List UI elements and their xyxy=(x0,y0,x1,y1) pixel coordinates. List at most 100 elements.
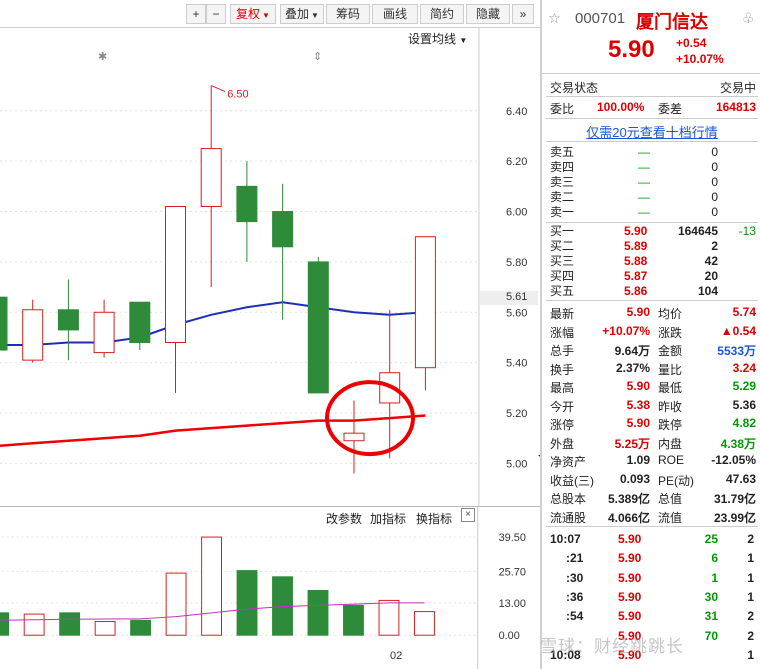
diejia-dropdown[interactable]: 叠加 ▼ xyxy=(280,4,324,24)
order-price: 5.90 xyxy=(624,224,648,238)
candle-body xyxy=(307,261,329,394)
y-tick-label: 5.00 xyxy=(506,458,527,470)
price-change: +0.54 xyxy=(676,36,707,50)
candle-body xyxy=(22,309,44,361)
stat-value: 5.74 xyxy=(732,305,756,319)
stat-row: 总手 9.64万 金额 5533万 xyxy=(542,340,760,359)
order-level-label: 卖四 xyxy=(550,160,575,174)
stat-label: 总值 xyxy=(658,492,683,506)
zoom-in-button[interactable]: + xyxy=(186,4,206,24)
sell-order-row: 卖四 — 0 xyxy=(542,160,760,175)
divider xyxy=(546,118,758,119)
buy-order-row: 买二 5.89 2 xyxy=(542,239,760,254)
order-price: 5.86 xyxy=(624,284,648,298)
alert-icon[interactable]: ♧ xyxy=(742,10,755,27)
candlestick-chart[interactable]: 6.40 6.20 6.00 5.80 5.60 5.40 5.20 5.00 6.50 xyxy=(0,28,540,506)
stat-value: 5.38 xyxy=(626,397,650,412)
trade-status-value: 交易中 xyxy=(719,81,756,95)
stat-value: 5.389亿 xyxy=(607,492,650,506)
vol-tick-label: 13.00 xyxy=(499,598,526,610)
high-pointer xyxy=(211,85,226,93)
date-label: 02 xyxy=(390,650,403,662)
stat-label: 收益(三) xyxy=(550,473,594,488)
candle-body xyxy=(200,148,222,207)
sell-order-row: 卖二 — 0 xyxy=(542,190,760,205)
stat-value: 47.63 xyxy=(725,471,756,486)
volume-bar xyxy=(236,570,258,636)
tick-volume: 6 xyxy=(711,551,718,566)
tick-volume: 70 xyxy=(704,628,718,643)
stock-code: 000701 xyxy=(575,10,626,27)
candle-body xyxy=(93,311,115,354)
divider xyxy=(546,141,758,142)
favorite-star-icon[interactable]: ☆ xyxy=(548,10,561,27)
stat-label: 涨幅 xyxy=(550,325,575,340)
order-volume: 0 xyxy=(711,175,718,189)
tick-count: 1 xyxy=(747,570,754,585)
tick-row: 10:07 5.90 25 2 xyxy=(542,530,760,549)
stat-row: 今开 5.38 昨收 5.36 xyxy=(542,396,760,415)
divider xyxy=(546,300,758,301)
trade-status-row: 交易状态 交易中 xyxy=(542,77,760,96)
stat-label: 最新 xyxy=(550,307,575,321)
candle-body xyxy=(272,211,294,248)
tick-price: 5.90 xyxy=(618,532,642,546)
y-tick-label: 5.20 xyxy=(506,408,527,420)
tick-time: :21 xyxy=(566,551,584,566)
weibi-value: 100.00% xyxy=(597,100,645,114)
zoom-out-button[interactable]: − xyxy=(206,4,226,24)
expand-icon[interactable]: » xyxy=(512,4,534,24)
stat-label: PE(动) xyxy=(658,473,695,488)
candle xyxy=(272,183,294,320)
huaxian-button[interactable]: 画线 xyxy=(372,4,418,24)
vol-tick-label: 25.70 xyxy=(499,566,526,578)
stat-label: 涨跌 xyxy=(658,325,683,340)
buy-order-row: 买四 5.87 20 xyxy=(542,269,760,284)
candle xyxy=(57,279,79,361)
order-price: 5.89 xyxy=(624,239,648,253)
yincang-button[interactable]: 隐藏 xyxy=(466,4,510,24)
volume-bar xyxy=(414,611,435,636)
stat-label: 内盘 xyxy=(658,436,683,451)
chouma-button[interactable]: 筹码 xyxy=(326,4,370,24)
y-axis-ticks: 6.40 6.20 6.00 5.80 5.60 5.40 5.20 5.00 xyxy=(506,106,527,471)
fuquan-dropdown[interactable]: 复权 ▼ xyxy=(230,4,276,24)
stat-label: 最低 xyxy=(658,381,683,395)
tick-row: :54 5.90 31 2 xyxy=(542,607,760,626)
trade-status-label: 交易状态 xyxy=(550,81,599,95)
volume-bar xyxy=(307,589,329,636)
order-volume: 104 xyxy=(697,284,718,298)
candle-body xyxy=(343,432,365,442)
divider xyxy=(546,222,758,223)
last-price: 5.90 xyxy=(608,36,655,63)
sell-order-row: 卖五 — 0 xyxy=(542,145,760,160)
candle-body xyxy=(165,205,186,344)
volume-chart[interactable]: 39.50 25.70 13.00 0.00 xyxy=(0,506,540,669)
stat-value: 4.066亿 xyxy=(607,510,650,525)
buy-order-row: 买一 5.90 164645 -13 xyxy=(542,224,760,239)
candle xyxy=(165,205,186,393)
tick-volume: 25 xyxy=(704,532,718,546)
chevron-down-icon: ▼ xyxy=(311,11,319,20)
diejia-label: 叠加 xyxy=(285,7,310,21)
weibi-label: 委比 xyxy=(550,102,575,116)
y-tick-label: 6.20 xyxy=(506,156,527,168)
stat-value: 2.37% xyxy=(615,360,650,375)
price-change-pct: +10.07% xyxy=(676,52,724,66)
volume-bar xyxy=(94,621,116,636)
stat-value: +10.07% xyxy=(602,323,650,338)
candle xyxy=(414,236,436,391)
stat-label: 外盘 xyxy=(550,436,575,451)
stat-row: 净资产 1.09 ROE -12.05% xyxy=(542,451,760,470)
stat-label: 今开 xyxy=(550,399,575,414)
y-tick-label: 5.60 xyxy=(506,307,527,319)
stat-value: 5.90 xyxy=(626,379,650,393)
volume-bar xyxy=(59,612,81,636)
stat-value: 3.24 xyxy=(732,360,756,375)
jianyue-button[interactable]: 简约 xyxy=(420,4,464,24)
order-price: — xyxy=(638,160,650,174)
stat-label: 跌停 xyxy=(658,418,683,432)
ten-level-quote-link[interactable]: 仅需20元查看十档行情 xyxy=(542,122,760,141)
stat-value: 4.82 xyxy=(732,416,756,430)
stat-value: 5.25万 xyxy=(614,436,650,451)
